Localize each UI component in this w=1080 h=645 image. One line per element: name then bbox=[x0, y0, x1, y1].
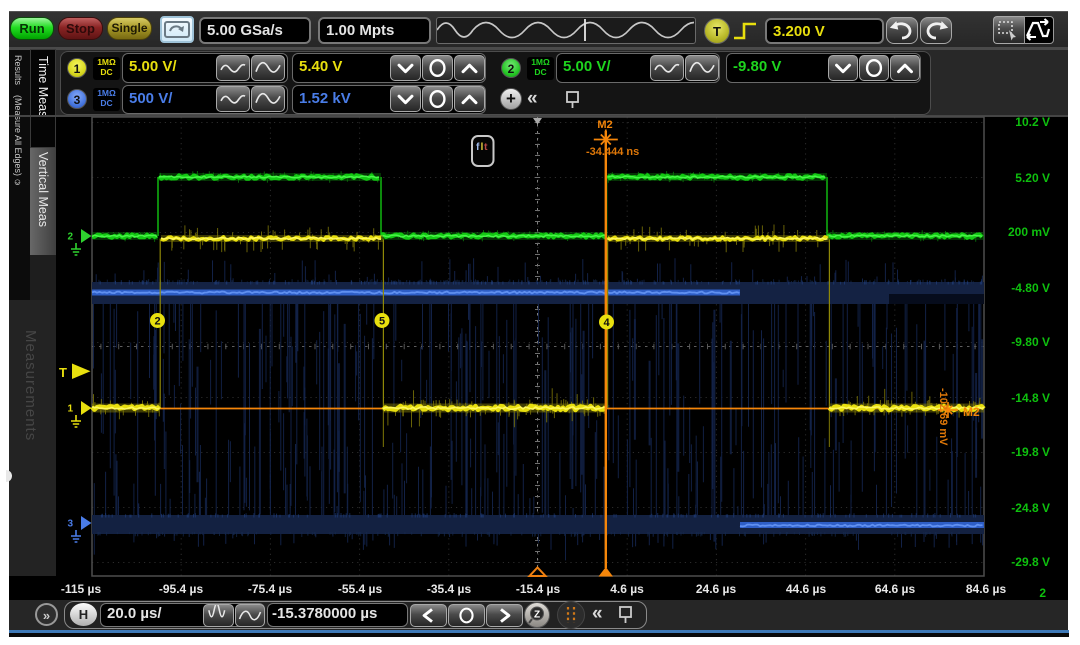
svg-text:M2: M2 bbox=[963, 405, 980, 419]
svg-text:200 mV: 200 mV bbox=[1008, 225, 1050, 239]
svg-text:Z: Z bbox=[534, 610, 540, 621]
svg-text:-15.4 µs: -15.4 µs bbox=[516, 582, 561, 596]
svg-text:-14.8 V: -14.8 V bbox=[1011, 391, 1050, 405]
svg-text:10.2 V: 10.2 V bbox=[1015, 115, 1050, 129]
svg-text:5: 5 bbox=[379, 315, 385, 327]
svg-text:-4.80 V: -4.80 V bbox=[1011, 281, 1050, 295]
svg-text:44.6 µs: 44.6 µs bbox=[786, 582, 827, 596]
svg-text:f: f bbox=[476, 141, 480, 153]
svg-text:-75.4 µs: -75.4 µs bbox=[248, 582, 293, 596]
svg-text:84.6 µs: 84.6 µs bbox=[966, 582, 1007, 596]
svg-text:-35.4 µs: -35.4 µs bbox=[427, 582, 472, 596]
svg-text:-19.8 V: -19.8 V bbox=[1011, 445, 1050, 459]
svg-text:1: 1 bbox=[67, 404, 73, 415]
svg-text:-55.4 µs: -55.4 µs bbox=[338, 582, 383, 596]
svg-text:64.6 µs: 64.6 µs bbox=[875, 582, 916, 596]
svg-text:4.6 µs: 4.6 µs bbox=[610, 582, 644, 596]
svg-text:5.20 V: 5.20 V bbox=[1015, 171, 1050, 185]
svg-text:-95.4 µs: -95.4 µs bbox=[159, 582, 204, 596]
svg-text:2: 2 bbox=[67, 232, 73, 243]
svg-text:T: T bbox=[59, 365, 67, 380]
svg-text:3: 3 bbox=[67, 519, 73, 530]
svg-text:-115 µs: -115 µs bbox=[61, 582, 102, 596]
svg-text:-29.8 V: -29.8 V bbox=[1011, 555, 1050, 569]
svg-text:M2: M2 bbox=[597, 119, 612, 131]
svg-text:24.6 µs: 24.6 µs bbox=[696, 582, 737, 596]
svg-text:-102.69 mV: -102.69 mV bbox=[937, 388, 949, 446]
svg-text:2: 2 bbox=[1039, 586, 1046, 600]
svg-text:2: 2 bbox=[154, 315, 160, 327]
svg-text:-34.444 ns: -34.444 ns bbox=[586, 146, 639, 158]
svg-text:4: 4 bbox=[603, 317, 610, 329]
svg-text:t: t bbox=[484, 141, 488, 153]
svg-text:-24.8 V: -24.8 V bbox=[1011, 501, 1050, 515]
svg-text:-9.80 V: -9.80 V bbox=[1011, 335, 1050, 349]
